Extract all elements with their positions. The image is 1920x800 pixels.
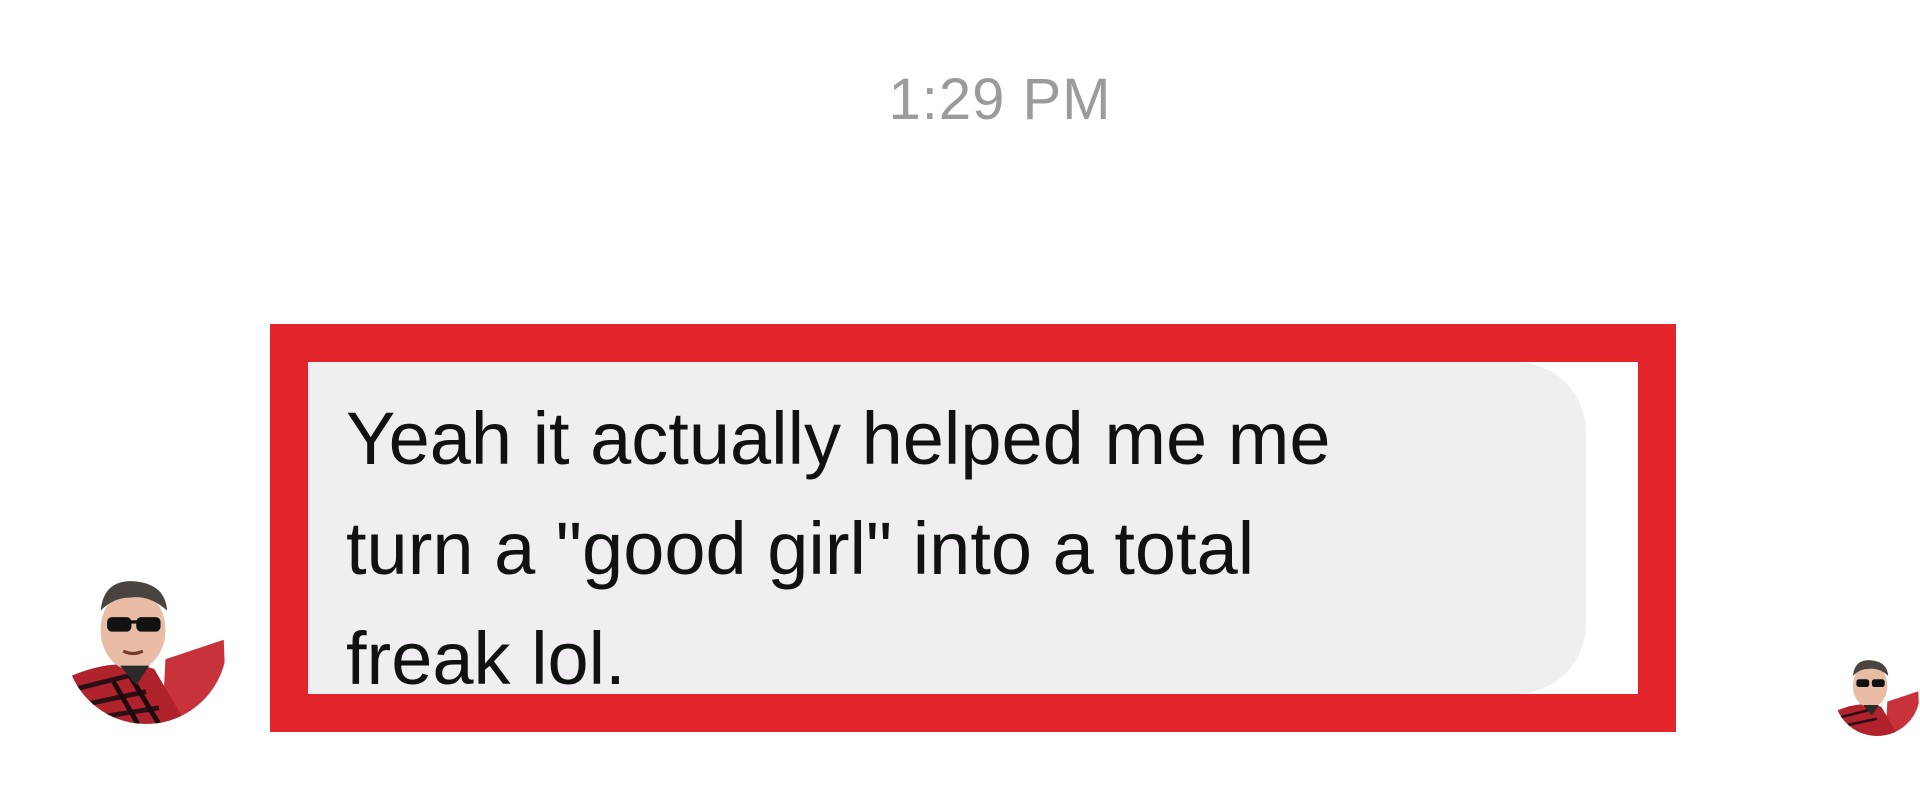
message-text: Yeah it actually helped me me turn a "go… (346, 397, 1331, 700)
profile-photo-icon (65, 562, 227, 724)
chat-screen: 1:29 PM Yeah it actually helped me me tu… (0, 0, 1920, 800)
sender-avatar[interactable] (65, 562, 227, 724)
read-receipt-avatar (1834, 650, 1920, 736)
message-bubble[interactable]: Yeah it actually helped me me turn a "go… (308, 362, 1586, 700)
profile-photo-icon (1834, 650, 1920, 736)
message-row: Yeah it actually helped me me turn a "go… (0, 0, 1920, 800)
